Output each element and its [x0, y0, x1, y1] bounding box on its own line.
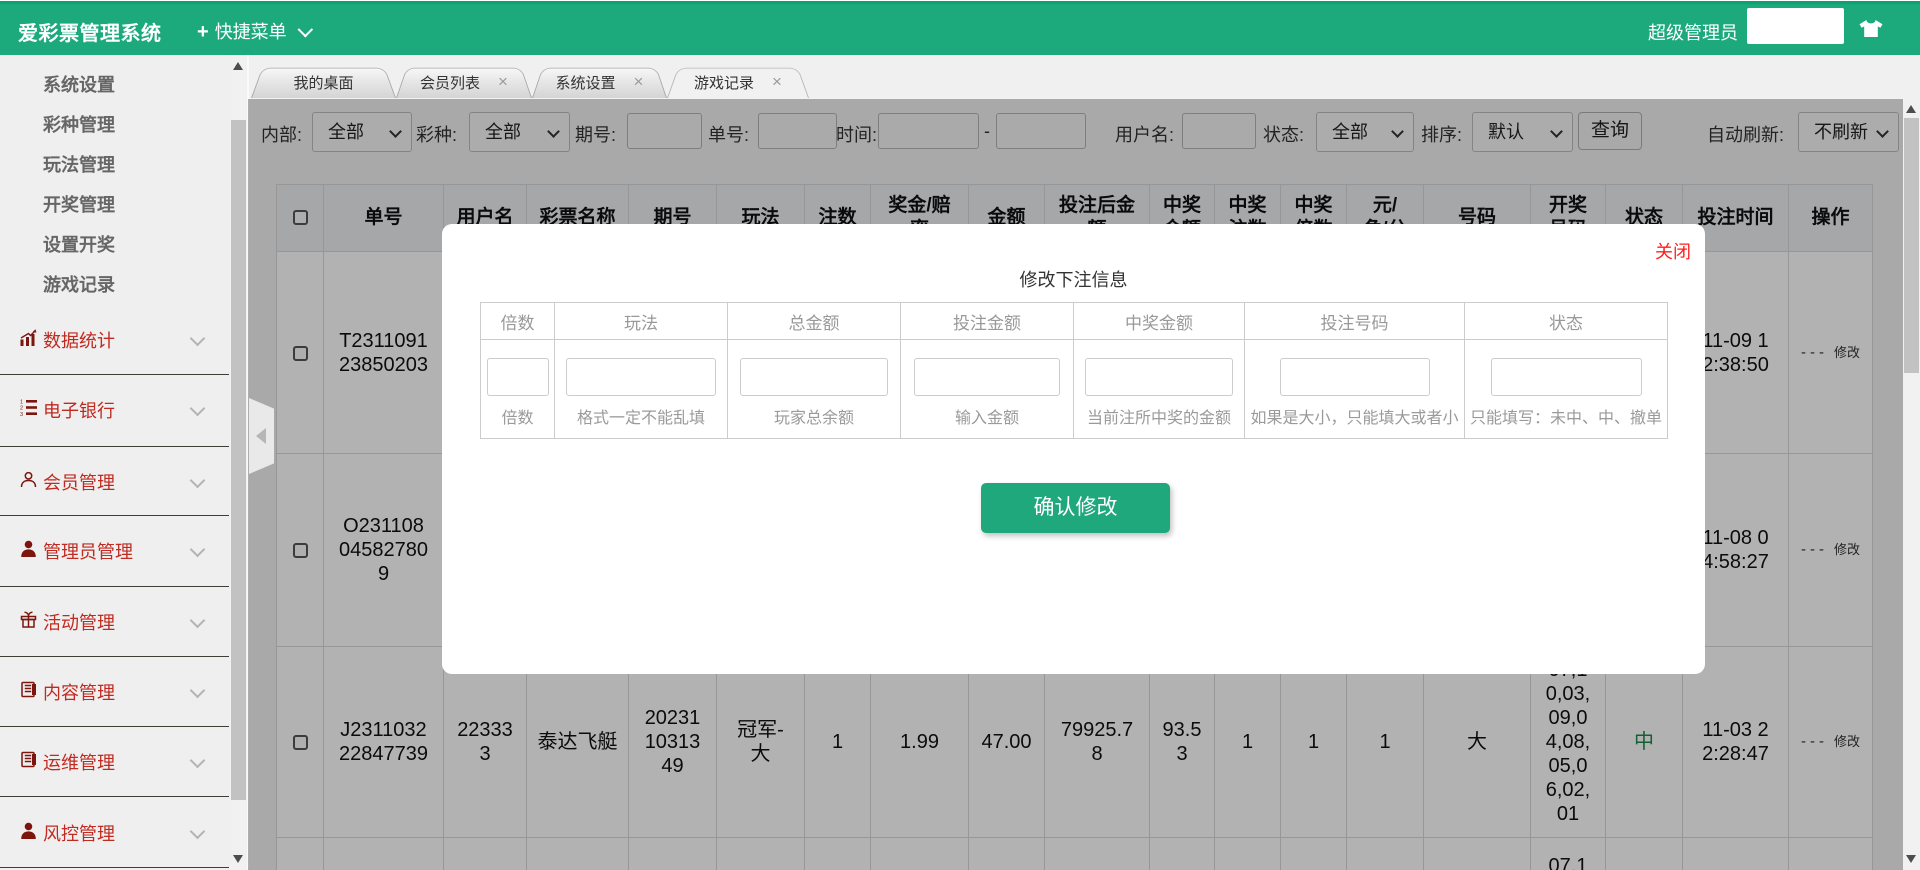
svg-text:2: 2: [20, 405, 23, 411]
svg-text:1: 1: [20, 399, 23, 405]
svg-text:3: 3: [20, 411, 23, 415]
